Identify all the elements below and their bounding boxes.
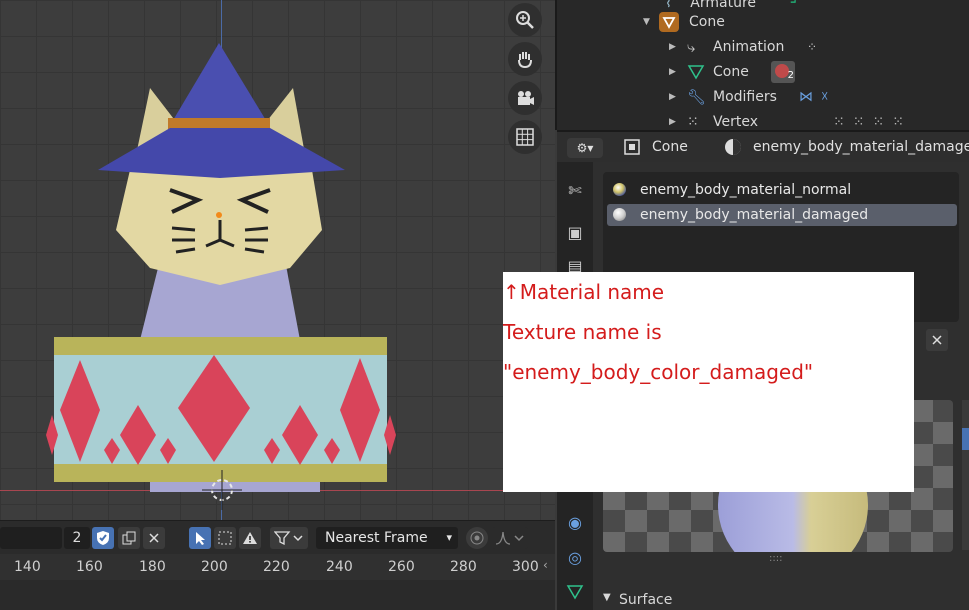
timeline-track[interactable] [0,580,555,610]
tool-settings-tab-icon[interactable]: ✄ [563,178,587,202]
annotation-line-2: Texture name is [503,320,662,344]
material-count-badge: 2 [787,70,794,81]
tick-label: 240 [326,559,353,575]
tick-label: 200 [201,559,228,575]
cat-wizard-model [46,43,396,510]
filter-dropdown-icon[interactable] [270,527,308,549]
select-box-icon[interactable] [214,527,236,549]
preview-resize-handle[interactable]: :::: [769,553,782,564]
material-ball-icon [613,208,626,221]
expand-right-icon[interactable]: ▶ [669,85,676,110]
zoom-icon[interactable] [508,3,542,37]
keyframes-icon: ⁘ [807,40,818,54]
outliner-item-label: Cone [713,64,749,80]
physics-tab-icon[interactable]: ◉ [563,510,587,534]
material-icon: 2 [771,61,795,83]
outliner-item-label: Cone [689,14,725,30]
duplicate-icon[interactable] [118,527,140,549]
warning-icon[interactable] [239,527,261,549]
material-slot-item-selected[interactable]: enemy_body_material_damaged [607,204,957,226]
tick-label: 300 [512,559,539,575]
annotation-line-1: ↑Material name [503,280,665,304]
expand-down-icon[interactable]: ▼ [643,10,650,35]
tick-label: 220 [263,559,290,575]
tick-label: 180 [139,559,166,575]
material-ball-icon [613,183,626,196]
collapse-down-icon: ▼ [603,592,611,603]
grid-ortho-icon[interactable] [508,120,542,154]
armature-icon: ⌇ [665,0,672,11]
outliner-item-label: Modifiers [713,89,777,105]
pose-icon: ┘ [791,0,800,11]
data-tab-icon[interactable] [563,580,587,604]
properties-header: ⚙▾ Cone enemy_body_material_damaged [557,130,969,164]
collapse-arrow-icon[interactable]: ‹ [543,558,548,572]
interpolation-dropdown[interactable]: Nearest Frame ▾ [316,527,458,549]
material-sphere-icon [724,138,742,160]
outliner-item-label: Animation [713,39,785,55]
select-arrow-icon[interactable] [189,527,211,549]
mirror-modifier-icon: ⋈ [799,89,813,105]
tick-label: 260 [388,559,415,575]
proportional-edit-icon[interactable] [466,527,488,549]
expand-right-icon[interactable]: ▶ [669,35,676,60]
camera-icon[interactable] [508,81,542,115]
expand-right-icon[interactable]: ▶ [669,110,676,130]
3d-viewport[interactable] [0,0,555,520]
tick-label: 140 [14,559,41,575]
unlink-material-button[interactable] [926,329,948,351]
armature-modifier-icon: ☓ [821,89,829,105]
chevron-down-icon: ▾ [446,531,452,544]
material-slot-label: enemy_body_material_damaged [640,207,869,223]
editor-type-dropdown-icon[interactable]: ⚙▾ [567,138,603,158]
interpolation-label: Nearest Frame [325,530,428,546]
animation-icon: ⤷ [687,38,696,56]
tick-label: 280 [450,559,477,575]
annotation-line-3: "enemy_body_color_damaged" [503,360,814,384]
vertex-group-icons: ⁙⁙⁙⁙ [833,114,912,130]
tick-label: 160 [76,559,103,575]
annotation-note: ↑Material name Texture name is "enemy_bo… [503,272,914,492]
vertex-groups-icon: ⁙ [687,114,699,130]
expand-right-icon[interactable]: ▶ [669,60,676,85]
preview-type-strip[interactable] [962,400,969,550]
surface-panel-header[interactable]: ▼ Surface [593,590,969,610]
timeline-ruler[interactable]: 140 160 180 200 220 240 260 280 300 ‹ [0,554,555,580]
users-count[interactable]: 2 [64,527,90,549]
fake-user-shield-icon[interactable] [92,527,114,549]
object-cone-icon [659,12,679,32]
render-tab-icon[interactable]: ▣ [563,220,587,244]
hand-pan-icon[interactable] [508,42,542,76]
outliner[interactable]: ⌇ Armature ┘ ▼ Cone ▶ ⤷ Animation ⁘ ▶ Co… [555,0,969,130]
breadcrumb-material: enemy_body_material_damaged [753,139,969,155]
unlink-close-icon[interactable] [143,527,165,549]
action-name-field[interactable] [0,527,62,549]
object-icon [623,138,641,160]
breadcrumb-object: Cone [652,139,688,155]
constraints-tab-icon[interactable]: ◎ [563,545,587,569]
timeline-header: 2 Nearest Frame ▾ [0,520,555,555]
material-slot-label: enemy_body_material_normal [640,182,852,198]
outliner-item-label: Vertex Groups [713,114,759,130]
falloff-curve-icon[interactable] [492,527,528,549]
wrench-icon: 🔧︎ [687,88,707,106]
material-slot-item[interactable]: enemy_body_material_normal [607,179,957,201]
surface-label: Surface [619,592,673,608]
